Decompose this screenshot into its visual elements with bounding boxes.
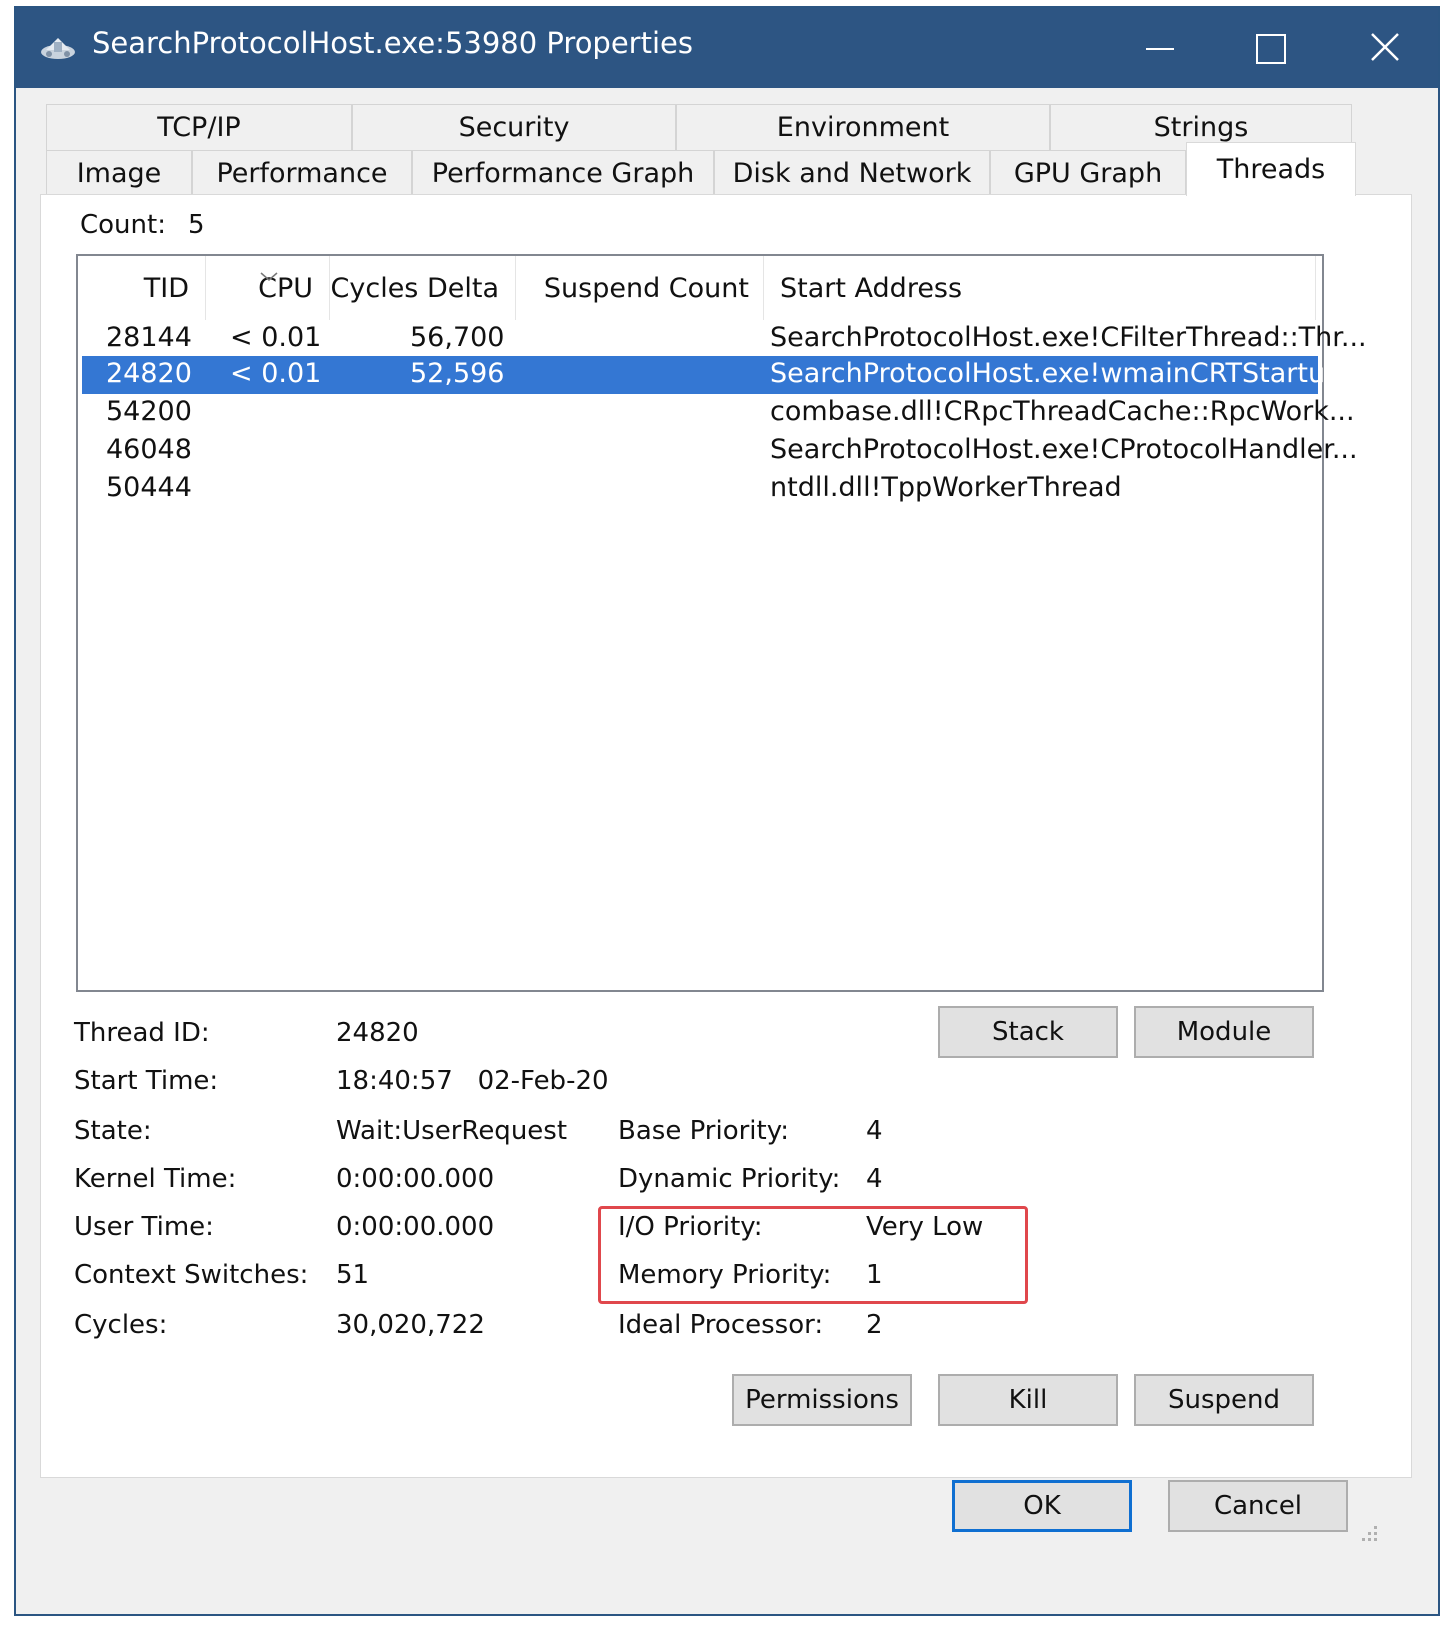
cell-start-address: ntdll.dll!TppWorkerThread [770,472,1122,503]
sort-descending-icon [260,258,278,289]
suspend-button[interactable]: Suspend [1134,1374,1314,1426]
tab-label: Security [458,112,570,143]
cell-cycles-delta: 52,596 [410,358,505,389]
start-time-label: Start Time: [74,1066,219,1096]
tab-disk-and-network[interactable]: Disk and Network [714,150,990,196]
tab-label: Environment [776,112,950,143]
io-priority-value: Very Low [866,1212,984,1242]
user-time-value: 0:00:00.000 [336,1212,495,1242]
tab-label: Performance Graph [431,158,695,189]
cell-tid: 24820 [106,358,192,389]
cell-start-address: SearchProtocolHost.exe!CProtocolHandler.… [770,434,1358,465]
tab-image[interactable]: Image [46,150,192,196]
column-header-suspend-count[interactable]: Suspend Count [516,256,764,320]
thread-id-label: Thread ID: [74,1018,210,1048]
count-label: Count: [80,210,166,240]
thread-row[interactable]: 54200 combase.dll!CRpcThreadCache::RpcWo… [82,394,1355,432]
column-label: Suspend Count [543,272,749,304]
tab-label: Image [76,158,162,189]
column-header-cpu[interactable]: CPU [206,256,330,320]
tab-label: Disk and Network [732,158,972,189]
ideal-processor-value: 2 [866,1310,883,1340]
cell-tid: 28144 [106,322,192,353]
ok-button[interactable]: OK [952,1480,1132,1532]
memory-priority-label: Memory Priority: [618,1260,832,1290]
column-header-tid[interactable]: TID [78,256,206,320]
list-header: TID CPU Cycles Delta Suspend Count Start… [78,256,1322,320]
cycles-value: 30,020,722 [336,1310,485,1340]
tab-performance-graph[interactable]: Performance Graph [412,150,714,196]
tab-label: GPU Graph [1013,158,1163,189]
tab-environment[interactable]: Environment [676,104,1050,150]
tab-label: Performance [216,158,388,189]
thread-row[interactable]: 46048 SearchProtocolHost.exe!CProtocolHa… [82,432,1358,470]
tab-label: Strings [1153,112,1249,143]
base-priority-value: 4 [866,1116,883,1146]
stack-button[interactable]: Stack [938,1006,1118,1058]
cell-tid: 54200 [106,396,192,427]
tab-performance[interactable]: Performance [192,150,412,196]
permissions-button[interactable]: Permissions [732,1374,912,1426]
column-label: TID [143,272,189,304]
dynamic-priority-value: 4 [866,1164,883,1194]
cell-cpu: < 0.01 [230,322,322,353]
context-switches-label: Context Switches: [74,1260,309,1290]
tab-threads[interactable]: Threads [1186,142,1356,196]
column-header-cycles-delta[interactable]: Cycles Delta [330,256,516,320]
tab-label: TCP/IP [157,112,241,143]
state-value: Wait:UserRequest [336,1116,568,1146]
threads-list[interactable]: TID CPU Cycles Delta Suspend Count Start… [76,254,1367,992]
cancel-button[interactable]: Cancel [1168,1480,1348,1532]
tab-security[interactable]: Security [352,104,676,150]
start-time-value: 18:40:57 02-Feb-20 [336,1066,609,1096]
state-label: State: [74,1116,152,1146]
column-header-start-address[interactable]: Start Address [764,256,1316,320]
close-icon[interactable] [1332,8,1442,88]
title-bar[interactable]: SearchProtocolHost.exe:53980 Properties [16,8,1438,88]
column-label: Start Address [780,272,963,304]
cell-start-address: SearchProtocolHost.exe!wmainCRTStartup [770,358,1343,389]
count-value: 5 [188,210,205,240]
cycles-label: Cycles: [74,1310,168,1340]
column-label: Cycles Delta [330,272,499,304]
resize-grip-icon[interactable] [1362,1526,1380,1544]
process-explorer-icon [38,32,78,64]
io-priority-label: I/O Priority: [618,1212,763,1242]
cell-start-address: SearchProtocolHost.exe!CFilterThread::Th… [770,322,1367,353]
thread-id-value: 24820 [336,1018,419,1048]
ideal-processor-label: Ideal Processor: [618,1310,824,1340]
thread-row[interactable]: 50444 ntdll.dll!TppWorkerThread [82,470,1318,508]
cell-cycles-delta: 56,700 [410,322,505,353]
tab-label: Threads [1216,154,1326,185]
cell-tid: 50444 [106,472,192,503]
minimize-icon[interactable] [1106,8,1216,88]
memory-priority-value: 1 [866,1260,883,1290]
kernel-time-value: 0:00:00.000 [336,1164,495,1194]
context-switches-value: 51 [336,1260,370,1290]
cell-tid: 46048 [106,434,192,465]
user-time-label: User Time: [74,1212,214,1242]
cell-start-address: combase.dll!CRpcThreadCache::RpcWork... [770,396,1355,427]
module-button[interactable]: Module [1134,1006,1314,1058]
kill-button[interactable]: Kill [938,1374,1118,1426]
thread-row[interactable]: 28144 < 0.01 56,700 SearchProtocolHost.e… [82,320,1367,358]
window-title: SearchProtocolHost.exe:53980 Properties [92,26,693,60]
cell-cpu: < 0.01 [230,358,322,389]
tab-gpu-graph[interactable]: GPU Graph [990,150,1186,196]
dynamic-priority-label: Dynamic Priority: [618,1164,841,1194]
tab-tcpip[interactable]: TCP/IP [46,104,352,150]
kernel-time-label: Kernel Time: [74,1164,237,1194]
thread-row-selected[interactable]: 24820 < 0.01 52,596 SearchProtocolHost.e… [82,356,1342,394]
base-priority-label: Base Priority: [618,1116,789,1146]
maximize-icon[interactable] [1216,8,1326,88]
